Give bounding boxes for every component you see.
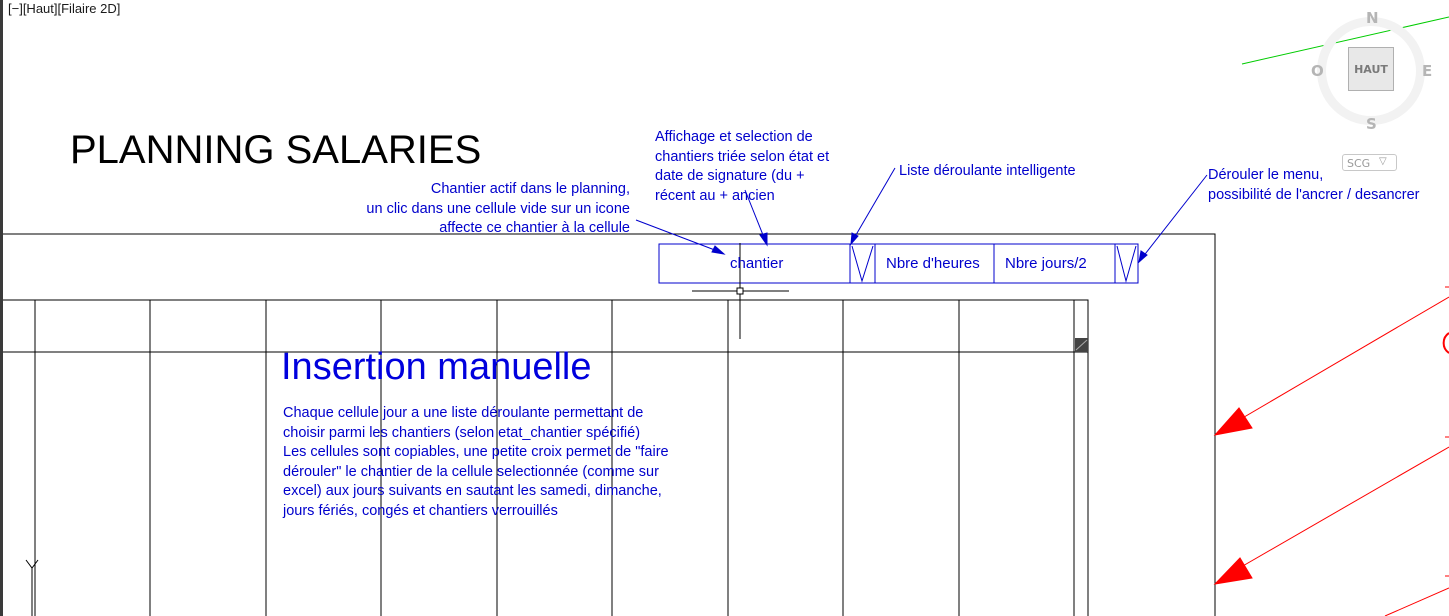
ucs-dropdown[interactable]: SCG ▽ <box>1342 154 1397 171</box>
compass-west[interactable]: O <box>1311 62 1324 80</box>
viewcube[interactable]: N S O E HAUT SCG ▽ <box>1305 5 1440 180</box>
chevron-down-icon: ▽ <box>1379 156 1387 167</box>
drawing-canvas[interactable] <box>0 0 1449 616</box>
viewport-controls-label[interactable]: [−][Haut][Filaire 2D] <box>8 2 120 15</box>
compass-north[interactable]: N <box>1366 9 1379 27</box>
annotation-chantier-actif: Chantier actif dans le planning, un clic… <box>366 181 630 236</box>
annotation-liste-deroulante: Liste déroulante intelligente <box>899 163 1076 179</box>
header-cell-heures: Nbre d'heures <box>886 255 980 272</box>
ucs-icon <box>25 559 39 616</box>
red-leaders <box>1213 286 1449 616</box>
annotation-insertion-manuelle: Chaque cellule jour a une liste déroulan… <box>283 405 669 519</box>
section-title-insertion: Insertion manuelle <box>281 346 592 388</box>
compass-east[interactable]: E <box>1422 62 1432 80</box>
viewcube-face-top[interactable]: HAUT <box>1348 47 1394 91</box>
compass-south[interactable]: S <box>1366 115 1377 133</box>
drawing-title: PLANNING SALARIES <box>70 128 482 172</box>
header-cell-chantier: chantier <box>730 255 784 272</box>
header-cell-jours: Nbre jours/2 <box>1005 255 1087 272</box>
annotation-affichage: Affichage et selection de chantiers trié… <box>655 129 830 204</box>
